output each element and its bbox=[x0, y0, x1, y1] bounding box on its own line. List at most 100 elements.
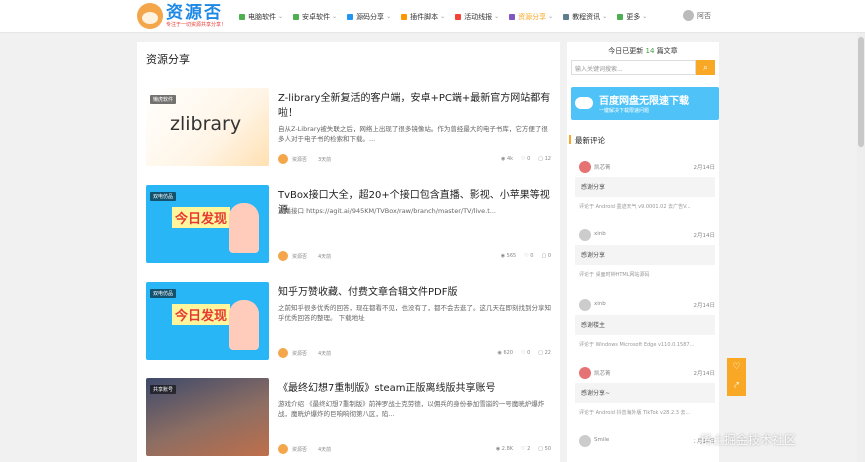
comments-count[interactable]: ▢ 12 bbox=[538, 156, 551, 162]
search-icon: ⌕ bbox=[703, 63, 708, 72]
banner-title: 百度网盘无限速下载 bbox=[599, 96, 689, 107]
likes-count[interactable]: ♡ 0 bbox=[524, 253, 533, 259]
character-image bbox=[229, 203, 259, 253]
category-icon bbox=[293, 13, 300, 20]
avatar[interactable] bbox=[278, 444, 288, 454]
avatar[interactable] bbox=[579, 435, 591, 447]
views-count: ◉ 4k bbox=[500, 156, 514, 162]
commenter-name[interactable]: xinb bbox=[594, 301, 606, 307]
category-icon bbox=[347, 13, 354, 20]
nav-item-more[interactable]: 更多 ⌄ bbox=[617, 12, 647, 22]
today-updates: 今日已更新 14 篇文章 bbox=[608, 47, 678, 55]
scrollbar-thumb[interactable] bbox=[858, 37, 864, 147]
like-float-button[interactable]: ♡ bbox=[727, 358, 746, 377]
likes-count[interactable]: ♡ 0 bbox=[521, 156, 530, 162]
nav-item-android-software[interactable]: 安卓软件 ⌄ bbox=[293, 12, 337, 22]
heart-icon: ♡ bbox=[732, 362, 741, 372]
chevron-down-icon: ⌄ bbox=[494, 13, 500, 20]
comment-target-link[interactable]: 评论于 桌面时钟HTML网站源码 bbox=[579, 271, 715, 278]
commenter-name[interactable]: xinb bbox=[594, 231, 606, 237]
avatar[interactable] bbox=[278, 348, 288, 358]
likes-count[interactable]: ♡ 0 bbox=[521, 350, 530, 356]
post-excerpt: 直播接口 https://agit.ai/945KM/TVBox/raw/bra… bbox=[278, 207, 496, 215]
commenter-name[interactable]: 凯芯菁 bbox=[594, 369, 611, 377]
chevron-down-icon: ⌄ bbox=[548, 13, 554, 20]
category-badge: 共享账号 bbox=[150, 385, 177, 394]
comments-count[interactable]: ▢ 50 bbox=[538, 446, 551, 452]
comment-icon: ▢ bbox=[538, 350, 544, 356]
thumbnail-text: 今日发现 bbox=[172, 207, 231, 228]
thumbs-up-icon: ♡ bbox=[521, 350, 526, 356]
comment-target-link[interactable]: 评论于 Android 抖音海外版 TikTok v28.2.3 去... bbox=[579, 409, 715, 416]
nav-item-source-code[interactable]: 源码分享 ⌄ bbox=[347, 12, 391, 22]
user-menu[interactable]: 阿否 bbox=[683, 10, 711, 21]
comments-count[interactable]: ▢ 0 bbox=[541, 253, 551, 259]
comment-body[interactable]: 感谢分享~ bbox=[575, 383, 715, 403]
post-meta: 资源否 4天前 ◉ 620 ♡ 0 ▢ 22 bbox=[278, 348, 553, 358]
nav-item-pc-software[interactable]: 电脑软件 ⌄ bbox=[239, 12, 283, 22]
category-badge: 双电仿品 bbox=[150, 192, 177, 201]
avatar[interactable] bbox=[278, 251, 288, 261]
list-item: 懒虎软件 zlibrary Z-library全新复活的客户端，安卓+PC端+最… bbox=[146, 88, 556, 166]
commenter-name[interactable]: Smile bbox=[594, 437, 609, 443]
avatar[interactable] bbox=[579, 229, 591, 241]
comment-body[interactable]: 感谢分享 bbox=[575, 245, 715, 265]
category-icon bbox=[239, 13, 245, 20]
post-excerpt: 游戏介绍 《最终幻想7重制版》前神罗战士克劳德，以佣兵的身份参加雪崩的一号魔晄炉… bbox=[278, 400, 545, 418]
post-author[interactable]: 资源否 bbox=[292, 446, 307, 453]
post-thumbnail[interactable]: 懒虎软件 zlibrary bbox=[146, 88, 269, 166]
nav-item-deals[interactable]: 活动线报 ⌄ bbox=[455, 12, 499, 22]
post-excerpt: 自从Z-Library被失联之后，网络上出现了很多镜像站。作为曾经最大的电子书库… bbox=[278, 125, 548, 143]
share-icon: ⤤ bbox=[733, 381, 740, 391]
baidu-netdisk-banner[interactable]: 百度网盘无限速下载 一键解决下载限速问题 bbox=[571, 87, 719, 120]
nav-item-resources[interactable]: 资源分享 ⌄ bbox=[509, 12, 553, 22]
post-thumbnail[interactable]: 双电仿品 今日发现 bbox=[146, 282, 269, 360]
avatar[interactable] bbox=[579, 367, 591, 379]
thumbnail-text: 今日发现 bbox=[172, 304, 231, 325]
watermark: 稀土掘金技术社区 bbox=[685, 431, 796, 448]
character-image bbox=[229, 300, 259, 350]
cat-logo-icon bbox=[137, 3, 163, 29]
post-title[interactable]: 知乎万赞收藏、付费文章合辑文件PDF版 bbox=[278, 285, 553, 300]
chevron-down-icon: ⌄ bbox=[642, 13, 648, 20]
comments-count[interactable]: ▢ 22 bbox=[538, 350, 551, 356]
list-item: 共享账号 《最终幻想7重制版》steam正版离线版共享账号 游戏介绍 《最终幻想… bbox=[146, 378, 556, 456]
commenter-name[interactable]: 凯芯菁 bbox=[594, 163, 611, 171]
resource-list-panel: 资源分享 懒虎软件 zlibrary Z-library全新复活的客户端，安卓+… bbox=[137, 42, 560, 462]
search-input[interactable]: 输入关键词搜索... bbox=[571, 60, 696, 75]
post-author[interactable]: 资源否 bbox=[292, 156, 307, 163]
avatar[interactable] bbox=[579, 161, 591, 173]
share-float-button[interactable]: ⤤ bbox=[727, 377, 746, 396]
post-time: 3天前 bbox=[318, 157, 332, 163]
page-title: 资源分享 bbox=[146, 53, 190, 66]
post-title[interactable]: Z-library全新复活的客户端，安卓+PC端+最新官方网站都有啦！ bbox=[278, 91, 553, 121]
list-item: 双电仿品 今日发现 TvBox接口大全，超20+个接口包含直播、影视、小苹果等视… bbox=[146, 185, 556, 263]
comment-target-link[interactable]: 评论于 Android 墨迹天气 v9.0001.02 去广告V... bbox=[579, 203, 715, 210]
nav-item-tutorials[interactable]: 教程资讯 ⌄ bbox=[563, 12, 607, 22]
site-logo[interactable]: 资源否 专注于一切资源共享分享！ bbox=[137, 3, 226, 29]
post-thumbnail[interactable]: 共享账号 bbox=[146, 378, 269, 456]
comment-body[interactable]: 感谢楼主 bbox=[575, 315, 715, 335]
comment-date: 2月14日 bbox=[693, 371, 716, 377]
nav-item-plugins[interactable]: 插件脚本 ⌄ bbox=[401, 12, 445, 22]
avatar[interactable] bbox=[278, 154, 288, 164]
post-time: 4天前 bbox=[318, 254, 332, 260]
comment-target-link[interactable]: 评论于 Windows Microsoft Edge v110.0.1587..… bbox=[579, 341, 715, 348]
post-excerpt: 之前知乎很多优秀的回答，现在都看不见，也没有了，都不会去逛了。这几天在即刻找到分… bbox=[278, 304, 551, 322]
eye-icon: ◉ bbox=[500, 253, 506, 259]
page-scrollbar[interactable] bbox=[857, 33, 865, 462]
views-count: ◉ 620 bbox=[497, 350, 514, 356]
chevron-down-icon: ⌄ bbox=[278, 13, 284, 20]
comment-body[interactable]: 感谢分享 bbox=[575, 177, 715, 197]
likes-count[interactable]: ♡ 2 bbox=[521, 446, 530, 452]
search-button[interactable]: ⌕ bbox=[696, 60, 715, 75]
post-thumbnail[interactable]: 双电仿品 今日发现 bbox=[146, 185, 269, 263]
widget-title: 最新评论 bbox=[569, 135, 605, 145]
main-nav: 电脑软件 ⌄ 安卓软件 ⌄ 源码分享 ⌄ 插件脚本 ⌄ 活动线报 ⌄ 资源分享 ⌄ 教程资讯… bbox=[239, 0, 657, 33]
post-time: 4天前 bbox=[318, 351, 332, 357]
post-author[interactable]: 资源否 bbox=[292, 350, 307, 357]
avatar[interactable] bbox=[579, 299, 591, 311]
post-author[interactable]: 资源否 bbox=[292, 253, 307, 260]
post-meta: 资源否 4天前 ◉ 2.8K ♡ 2 ▢ 50 bbox=[278, 444, 553, 454]
post-title[interactable]: 《最终幻想7重制版》steam正版离线版共享账号 bbox=[278, 381, 553, 396]
